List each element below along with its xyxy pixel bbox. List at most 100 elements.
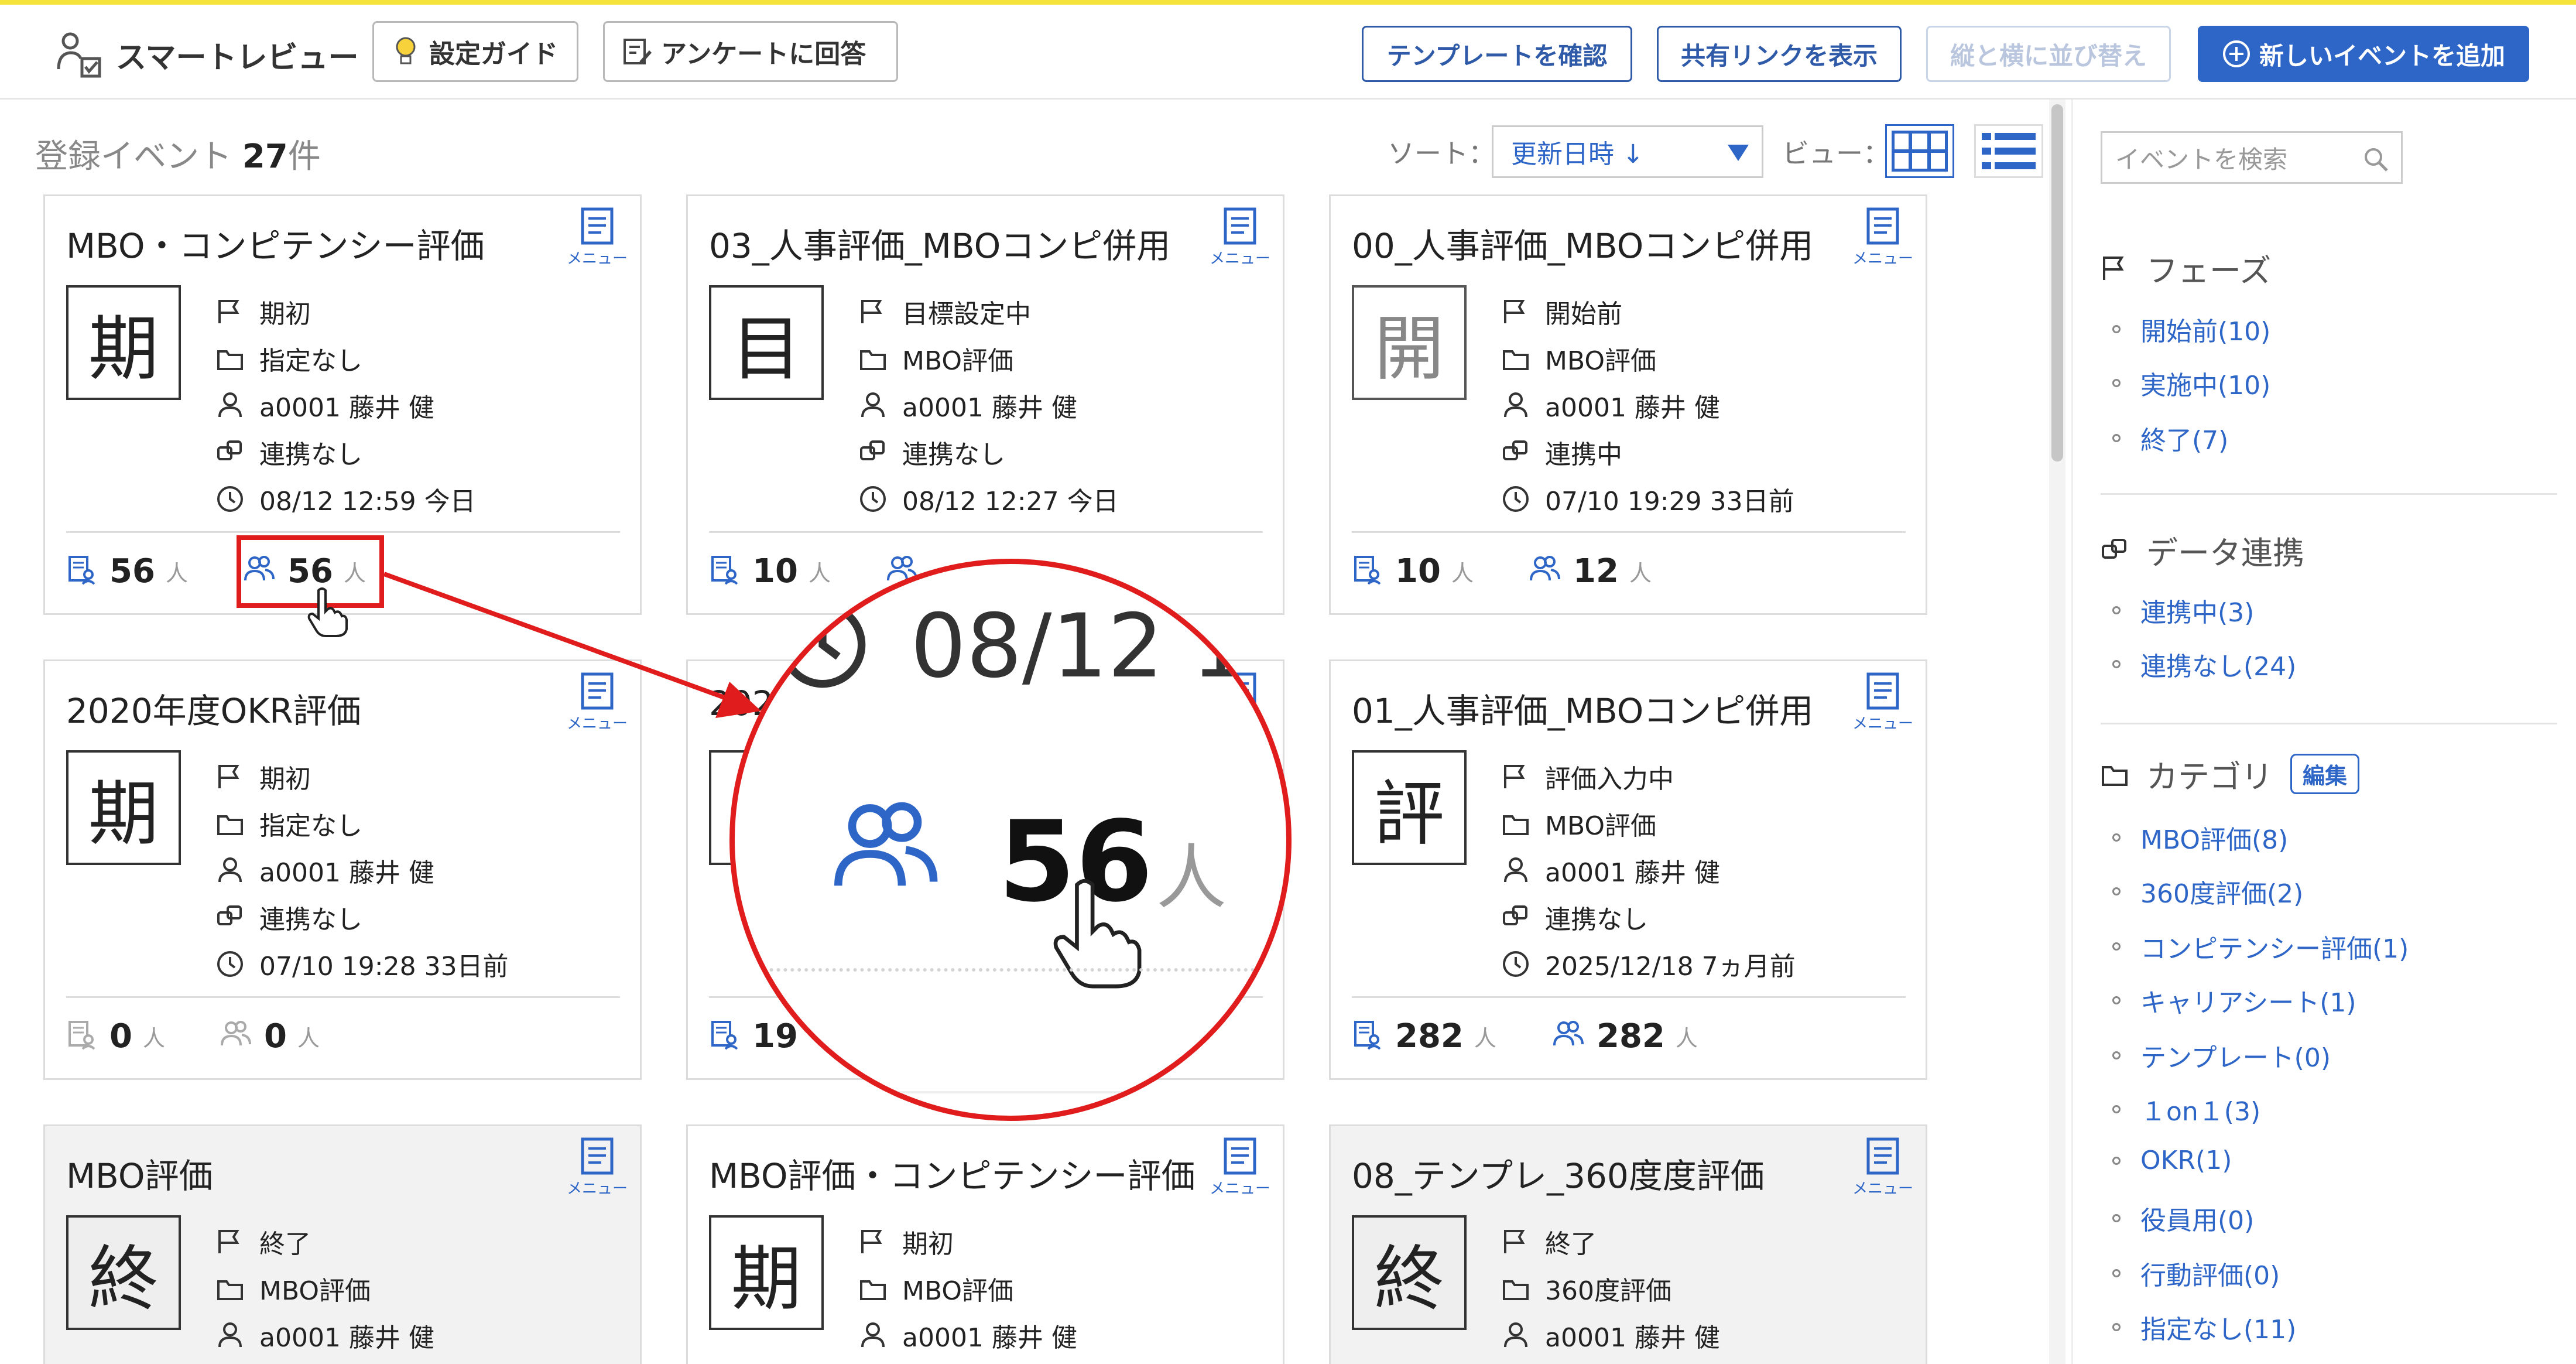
menu-label: メニュー [566,250,628,268]
event-card[interactable]: MBO評価・コンピテンシー評価 メニュー 期 期初 MBO評価 a0001 藤井… [686,1124,1284,1364]
category-filter-item[interactable]: 行動評価(0) [2112,1254,2280,1292]
category-filter-item[interactable]: 360度評価(2) [2112,873,2303,910]
sheet-count[interactable]: 0人 [66,1008,165,1064]
people-count[interactable]: 12 人 [1530,543,1652,599]
sheet-count[interactable]: 10 人 [709,543,831,599]
phase-filter-label: 終了(7) [2140,426,2229,456]
link-row: 連携なし [1502,897,1648,938]
logo-icon [57,32,101,78]
card-menu-button[interactable]: メニュー [565,672,629,736]
event-card[interactable]: 08_テンプレ_360度度評価 メニュー 終 終了 360度評価 a0001 藤… [1329,1124,1927,1364]
clock-icon [1503,486,1529,512]
category-filter-item[interactable]: 役員用(0) [2112,1199,2254,1237]
user-icon [218,392,242,418]
setup-guide-button[interactable]: 設定ガイド [372,21,578,82]
app-title: スマートレビュー [116,40,359,76]
view-template-button[interactable]: テンプレートを確認 [1362,26,1632,82]
phase-badge: 開 [1352,285,1467,400]
sheet-count-unit: 人 [1474,1025,1496,1051]
sheet-count-unit: 人 [808,560,831,586]
top-accent-bar [0,0,2576,5]
sheet-count[interactable]: 10 人 [1352,543,1474,599]
link-text: 連携なし [1545,905,1648,935]
grid-view-button[interactable] [1885,124,1954,178]
event-card[interactable]: MBO評価 メニュー 終 終了 MBO評価 a0001 藤井 健 [43,1124,642,1364]
bullet-icon [2112,379,2121,387]
user-icon [218,857,242,883]
phase-filter-item[interactable]: 終了(7) [2112,419,2228,457]
people-count[interactable]: 0人 [221,1008,320,1064]
event-card[interactable]: 00_人事評価_MBOコンピ併用 メニュー 開 開始前 MBO評価 a0001 … [1329,194,1927,615]
sheet-count[interactable]: 282 人 [1352,1008,1496,1064]
category-row: 指定なし [216,803,362,844]
phase-text: 目標設定中 [902,299,1031,329]
phase-text: 期初 [259,299,311,329]
list-view-button[interactable] [1974,124,2043,178]
survey-button[interactable]: アンケートに回答 [603,21,898,82]
sheet-user-icon [711,556,738,585]
category-filter-item[interactable]: １on１(3) [2112,1090,2260,1128]
sheet-count[interactable]: 19 [709,1008,798,1064]
card-menu-button[interactable]: メニュー [1208,1137,1272,1201]
category-filter-label: １on１(3) [2140,1097,2261,1127]
bullet-icon [2112,1156,2121,1165]
people-icon [221,1021,251,1047]
card-divider [1352,531,1906,533]
updated-row: 07/10 19:29 33日前 [1502,478,1794,519]
category-text: 指定なし [259,346,362,376]
category-filter-item[interactable]: MBO評価(8) [2112,819,2288,856]
edit-category-button[interactable]: 編集 [2290,754,2360,794]
flag-icon [861,299,881,324]
card-menu-button[interactable]: メニュー [1851,672,1915,736]
owner-row: a0001 藤井 健 [859,1315,1077,1356]
flag-icon [218,299,238,324]
category-filter-item[interactable]: OKR(1) [2112,1146,2232,1175]
link-filter-item[interactable]: 連携中(3) [2112,592,2254,629]
bullet-icon [2112,434,2121,442]
pointer-hand-icon [307,587,348,637]
updated-text: 2025/12/18 7ヵ月前 [1545,952,1796,982]
owner-text: a0001 藤井 健 [259,393,434,423]
setup-guide-label: 設定ガイド [429,39,558,69]
category-filter-item[interactable]: コンピテンシー評価(1) [2112,928,2409,965]
event-search-input[interactable]: イベントを検索 [2101,131,2403,184]
category-filter-item[interactable]: 指定なし(11) [2112,1308,2296,1346]
card-menu-button[interactable]: メニュー [565,1137,629,1201]
phase-filter-item[interactable]: 開始前(10) [2112,310,2270,348]
event-card[interactable]: 2020年度OKR評価 メニュー 期 期初 指定なし a0001 藤井 健 連携… [43,659,642,1080]
category-filter-item[interactable]: テンプレート(0) [2112,1037,2331,1074]
category-row: 360度評価 [1502,1268,1671,1309]
user-icon [1504,392,1527,418]
clock-icon [776,598,869,692]
link-filter-item[interactable]: 連携なし(24) [2112,645,2296,683]
survey-label: アンケートに回答 [661,39,866,69]
sheet-count[interactable]: 56 人 [66,543,188,599]
card-menu-button[interactable]: メニュー [565,207,629,271]
add-event-button[interactable]: 新しいイベントを追加 [2198,26,2529,82]
bullet-icon [2112,1323,2121,1331]
folder-icon [860,1280,886,1300]
card-menu-button[interactable]: メニュー [1851,1137,1915,1201]
sort-select[interactable]: 更新日時 ↓ [1492,125,1763,178]
owner-row: a0001 藤井 健 [216,1315,434,1356]
menu-label: メニュー [566,1180,628,1198]
category-row: MBO評価 [1502,803,1656,844]
show-share-link-button[interactable]: 共有リンクを表示 [1657,26,1902,82]
event-title: 2020年度OKR評価 [66,691,361,731]
card-menu-button[interactable]: メニュー [1851,207,1915,271]
clock-icon [1503,951,1529,977]
link-icon [217,440,242,460]
owner-row: a0001 藤井 健 [216,850,434,891]
phase-filter-item[interactable]: 実施中(10) [2112,364,2270,402]
card-menu-button[interactable]: メニュー [1208,207,1272,271]
reorder-button[interactable]: 縦と横に並び替え [1926,26,2171,82]
folder-icon [217,350,243,370]
event-card[interactable]: 01_人事評価_MBOコンピ併用 メニュー 評 評価入力中 MBO評価 a000… [1329,659,1927,1080]
link-icon [1503,905,1527,925]
link-filter-label: 連携中(3) [2140,598,2255,628]
category-filter-item[interactable]: キャリアシート(1) [2112,982,2356,1019]
event-card[interactable]: 03_人事評価_MBOコンピ併用 メニュー 目 目標設定中 MBO評価 a000… [686,194,1284,615]
people-count[interactable]: 282 人 [1553,1008,1698,1064]
updated-row: 08/12 12:27 今日 [859,478,1119,519]
scrollbar-thumb[interactable] [2051,104,2063,461]
